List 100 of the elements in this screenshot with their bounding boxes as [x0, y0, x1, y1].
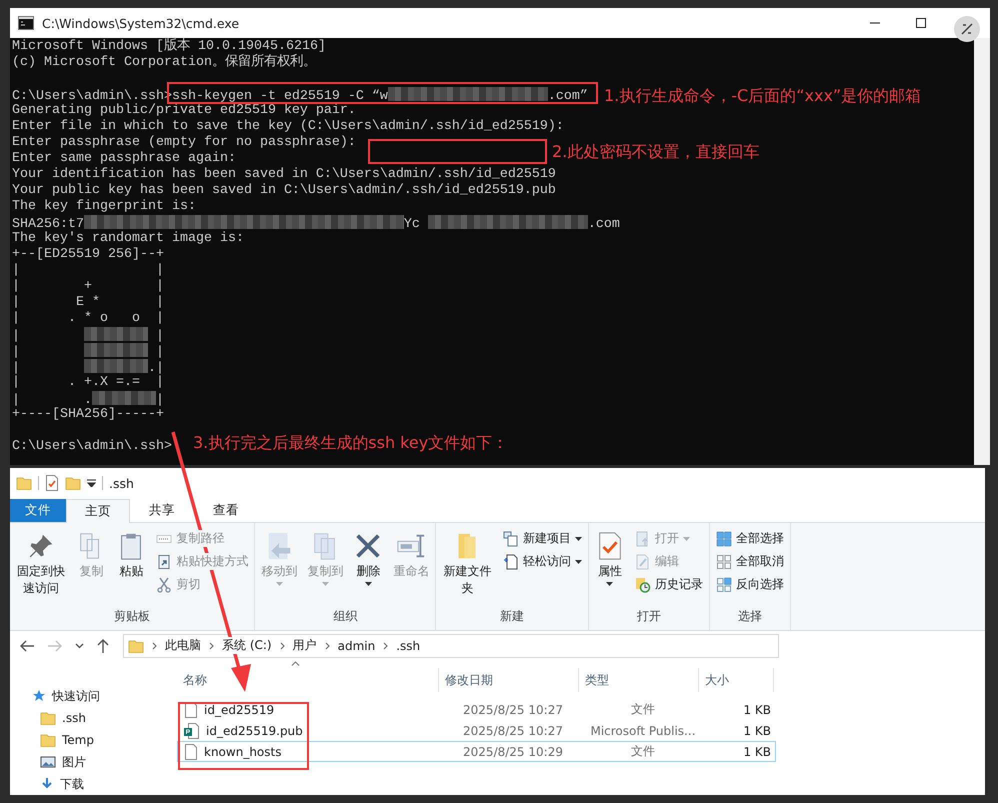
- chevron-icon: [209, 642, 214, 650]
- annotation-text: 3.执行完之后最终生成的ssh key文件如下：: [193, 433, 508, 454]
- table-cell-text: 1 KB: [742, 702, 772, 716]
- terminal-text: | .: [12, 393, 92, 408]
- history-icon: [634, 576, 651, 592]
- sidebar-item[interactable]: 图片: [40, 751, 165, 773]
- terminal-line: Microsoft Windows [版本 10.0.19045.6216]: [12, 39, 326, 54]
- terminal-line: The key's randomart image is:: [12, 231, 244, 247]
- folder-icon: [40, 732, 56, 748]
- blurred-block: [84, 327, 148, 341]
- document-icon: [502, 554, 519, 570]
- window-title: .ssh: [109, 476, 134, 491]
- ribbon-button[interactable]: 新建文件夹: [440, 529, 495, 608]
- maximize-icon[interactable]: [916, 18, 926, 28]
- blurred-block: [92, 391, 156, 405]
- terminal-line: Your public key has been saved in C:\Users\admin/.ssh/id_ed25519.pub: [12, 183, 556, 199]
- table-cell-text: 2025/8/25 10:29: [462, 744, 564, 758]
- annotation-text: 1.执行生成命令，-C后面的“xxx”是你的邮箱: [604, 86, 922, 107]
- star-icon: [32, 689, 46, 703]
- terminal-text: .com”: [548, 89, 588, 104]
- table-cell-text: 1 KB: [742, 724, 772, 738]
- picture-frame-icon: [40, 755, 56, 769]
- circle-button[interactable]: [954, 16, 980, 42]
- breadcrumb-item[interactable]: 系统 (C:): [222, 637, 272, 654]
- table-cell-text: Microsoft Publis...: [589, 724, 697, 738]
- ribbon-tab[interactable]: 查看: [194, 498, 258, 522]
- select-all-icon: [716, 530, 732, 546]
- ribbon-button[interactable]: 删除: [351, 529, 386, 608]
- terminal-text: .com: [588, 217, 620, 232]
- file-row[interactable]: id_ed25519.pub 2025/8/25 10:27 Microsoft Publis... 1 KB: [177, 720, 776, 741]
- new-item-icon: [502, 530, 519, 546]
- annotation-text: 2.此处密码不设置，直接回车: [552, 142, 760, 163]
- file-name: known_hosts: [204, 744, 282, 758]
- table-cell-text: 文件: [630, 743, 656, 760]
- ribbon-button[interactable]: 粘贴: [114, 529, 148, 608]
- terminal-line: | E * |: [12, 295, 164, 311]
- terminal-icon: [18, 16, 34, 30]
- sidebar-item[interactable]: Temp: [40, 729, 165, 751]
- terminal-line: Generating public/private ed25519 key pair.: [12, 103, 356, 119]
- file-name: id_ed25519: [204, 702, 274, 716]
- chevron-icon: [383, 642, 388, 650]
- terminal-text: |: [12, 361, 21, 376]
- terminal-text: Yc: [404, 217, 421, 232]
- folder-icon: [40, 710, 56, 726]
- ribbon-button[interactable]: 固定到快速访问: [14, 529, 68, 608]
- sort-caret-icon: [291, 661, 300, 666]
- open-icon: [634, 530, 651, 546]
- checked-document-icon[interactable]: [45, 475, 59, 492]
- terminal-text: SHA256:t7: [12, 217, 84, 232]
- terminal-text: |: [154, 345, 164, 360]
- terminal-text: |: [12, 345, 21, 360]
- group-label: 新建: [499, 608, 526, 626]
- terminal-line: Enter passphrase (empty for no passphrase):: [12, 135, 356, 151]
- group-label: 选择: [736, 608, 763, 626]
- terminal-line: | . * o o |: [12, 311, 164, 327]
- terminal-line: C:\Users\admin\.ssh>: [12, 439, 172, 455]
- sidebar-item[interactable]: .ssh: [40, 707, 165, 729]
- terminal-line: +----[SHA256]-----+: [12, 407, 164, 423]
- file-row[interactable]: id_ed25519 2025/8/25 10:27 文件 1 KB: [177, 699, 776, 720]
- terminal-text: |: [154, 329, 164, 344]
- dropdown-icon[interactable]: [87, 479, 96, 488]
- breadcrumb-item[interactable]: .ssh: [396, 638, 420, 653]
- terminal-line: | |: [12, 263, 164, 279]
- column-header[interactable]: 大小: [699, 668, 774, 692]
- terminal-line: | + |: [12, 279, 164, 295]
- minimize-icon[interactable]: [870, 22, 880, 24]
- blurred-block: [84, 343, 148, 357]
- terminal-line: Enter file in which to save the key (C:\Users\admin/.ssh/id_ed25519):: [12, 119, 564, 135]
- sidebar-item[interactable]: 快速访问: [32, 685, 165, 707]
- column-header[interactable]: 修改日期: [439, 668, 579, 692]
- table-cell-text: 2025/8/25 10:27: [462, 724, 564, 738]
- group-label: 组织: [332, 608, 358, 626]
- ribbon-tab[interactable]: 共享: [130, 498, 194, 522]
- terminal-line: Your identification has been saved in C:\Users\admin/.ssh/id_ed25519: [12, 167, 556, 183]
- folder-icon: [128, 638, 144, 654]
- column-header[interactable]: 类型: [579, 668, 699, 692]
- scrollbar[interactable]: [974, 38, 990, 465]
- chevron-icon: [152, 642, 157, 650]
- file-name: id_ed25519.pub: [206, 724, 303, 738]
- invert-selection-icon: [716, 576, 732, 592]
- address-bar[interactable]: 此电脑 系统 (C:) 用户 admin .ssh: [123, 634, 779, 658]
- ribbon-button[interactable]: 属性: [592, 529, 627, 608]
- terminal-text: |: [156, 393, 164, 408]
- terminal-line: | . +.X =.= |: [12, 375, 164, 391]
- terminal-text: |: [12, 329, 21, 344]
- chevron-icon: [280, 642, 285, 650]
- document-icon: [184, 744, 198, 760]
- scissors-icon: [156, 576, 172, 592]
- file-tab[interactable]: 文件: [10, 498, 66, 522]
- table-cell-text: 1 KB: [742, 744, 772, 758]
- shortcut-icon: [156, 554, 172, 570]
- terminal-line: The key fingerprint is:: [12, 199, 196, 215]
- blurred-block: [84, 359, 148, 373]
- sidebar-item[interactable]: 下载: [40, 773, 165, 795]
- file-row[interactable]: known_hosts 2025/8/25 10:29 文件 1 KB: [177, 741, 776, 762]
- group-label: 打开: [636, 608, 662, 626]
- ribbon-tab[interactable]: 主页: [66, 498, 130, 523]
- terminal-text: .|: [148, 361, 164, 376]
- table-cell-text: 文件: [630, 701, 656, 718]
- breadcrumb-item[interactable]: admin: [338, 638, 376, 653]
